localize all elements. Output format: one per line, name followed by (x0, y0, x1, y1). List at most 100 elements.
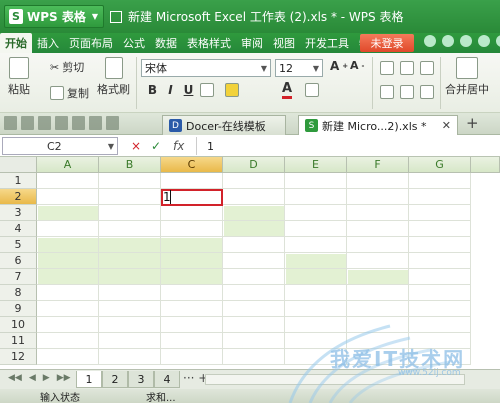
cell-C12[interactable] (161, 349, 223, 365)
cell-D6[interactable] (223, 253, 285, 269)
confirm-edit-button[interactable]: ✓ (151, 137, 161, 155)
print-icon[interactable] (38, 116, 51, 130)
row-header-11[interactable]: 11 (0, 333, 37, 349)
cell-D4[interactable] (223, 221, 285, 237)
paste-button[interactable]: 粘贴 (8, 57, 30, 97)
align-middle-button[interactable] (400, 61, 414, 75)
cell-G2[interactable] (409, 189, 471, 205)
column-header-b[interactable]: B (99, 157, 161, 173)
cell-B2[interactable] (99, 189, 161, 205)
select-all-corner[interactable] (0, 157, 37, 173)
column-header-a[interactable]: A (37, 157, 99, 173)
row-header-2[interactable]: 2 (0, 189, 37, 205)
cell-C9[interactable] (161, 301, 223, 317)
menu-table-style[interactable]: 表格样式 (182, 33, 236, 53)
sheet-tab[interactable]: 4 (154, 371, 180, 388)
next-sheet-icon[interactable]: ▶ (43, 373, 50, 383)
row-header-6[interactable]: 6 (0, 253, 37, 269)
tab-docer-templates[interactable]: D Docer-在线模板 (162, 115, 286, 135)
cell-G9[interactable] (409, 301, 471, 317)
copy-button[interactable]: 复制 (50, 85, 89, 101)
cell-B5[interactable] (99, 237, 161, 253)
cell-D1[interactable] (223, 173, 285, 189)
bold-button[interactable]: B (145, 81, 160, 98)
cell-E3[interactable] (285, 205, 347, 221)
cell-E10[interactable] (285, 317, 347, 333)
cell-B6[interactable] (99, 253, 161, 269)
menu-formulas[interactable]: 公式 (118, 33, 150, 53)
cell-F10[interactable] (347, 317, 409, 333)
cell-D9[interactable] (223, 301, 285, 317)
cell-G6[interactable] (409, 253, 471, 269)
formula-input[interactable]: 1 (196, 137, 492, 155)
cell-G3[interactable] (409, 205, 471, 221)
cell-G10[interactable] (409, 317, 471, 333)
cell-E1[interactable] (285, 173, 347, 189)
row-header-12[interactable]: 12 (0, 349, 37, 365)
column-header-c[interactable]: C (161, 157, 223, 173)
row-header-10[interactable]: 10 (0, 317, 37, 333)
sheet-tab[interactable]: 2 (102, 371, 128, 388)
open-icon[interactable] (21, 116, 34, 130)
row-header-1[interactable]: 1 (0, 173, 37, 189)
column-header-d[interactable]: D (223, 157, 285, 173)
cell-B12[interactable] (99, 349, 161, 365)
insert-function-button[interactable]: fx (173, 137, 184, 155)
cell-A12[interactable] (37, 349, 99, 365)
cell-B9[interactable] (99, 301, 161, 317)
help-icon[interactable] (424, 35, 436, 47)
cell-F3[interactable] (347, 205, 409, 221)
login-button[interactable]: 未登录 (360, 34, 414, 52)
column-header-g[interactable]: G (409, 157, 471, 173)
cell-G7[interactable] (409, 269, 471, 285)
font-name-select[interactable]: 宋体 ▼ (141, 59, 271, 77)
cell-C5[interactable] (161, 237, 223, 253)
shirt-icon[interactable] (460, 35, 472, 47)
cell-B3[interactable] (99, 205, 161, 221)
minimize-ribbon-icon[interactable] (496, 35, 500, 47)
underline-button[interactable]: U (181, 81, 196, 98)
menu-home[interactable]: 开始 (0, 33, 32, 53)
first-sheet-icon[interactable]: ◀◀ (8, 373, 22, 383)
italic-button[interactable]: I (163, 81, 178, 98)
undo-icon[interactable] (89, 116, 102, 130)
tab-current-workbook[interactable]: S 新建 Micro...2).xls * ✕ (298, 115, 458, 135)
cell-A8[interactable] (37, 285, 99, 301)
cell-A5[interactable] (37, 237, 99, 253)
font-color-button[interactable]: A (282, 81, 293, 99)
row-header-5[interactable]: 5 (0, 237, 37, 253)
grow-font-button[interactable]: A + (330, 59, 348, 73)
menu-data[interactable]: 数据 (150, 33, 182, 53)
cell-F2[interactable] (347, 189, 409, 205)
row-header-9[interactable]: 9 (0, 301, 37, 317)
format-painter-button[interactable]: 格式刷 (97, 57, 130, 97)
name-box[interactable]: C2 ▼ (2, 137, 118, 155)
cell-D10[interactable] (223, 317, 285, 333)
row-header-7[interactable]: 7 (0, 269, 37, 285)
cell-A3[interactable] (37, 205, 99, 221)
cell-B11[interactable] (99, 333, 161, 349)
column-header-f[interactable]: F (347, 157, 409, 173)
cell-A11[interactable] (37, 333, 99, 349)
cell-F1[interactable] (347, 173, 409, 189)
cell-B10[interactable] (99, 317, 161, 333)
new-tab-plus-icon[interactable]: + (466, 114, 479, 132)
cell-G1[interactable] (409, 173, 471, 189)
cell-F9[interactable] (347, 301, 409, 317)
cell-D3[interactable] (223, 205, 285, 221)
cell-A10[interactable] (37, 317, 99, 333)
align-bottom-button[interactable] (420, 61, 434, 75)
menu-view[interactable]: 视图 (268, 33, 300, 53)
skin-icon[interactable] (442, 35, 454, 47)
cell-D11[interactable] (223, 333, 285, 349)
more-icon[interactable] (478, 35, 490, 47)
cell-E8[interactable] (285, 285, 347, 301)
cell-A9[interactable] (37, 301, 99, 317)
cell-D2[interactable] (223, 189, 285, 205)
spreadsheet-grid[interactable]: A B C D E F G 1 2 3 4 5 6 7 8 9 10 11 12 1 (0, 157, 500, 369)
print-preview-icon[interactable] (55, 116, 68, 130)
align-right-button[interactable] (420, 85, 434, 99)
cell-E7[interactable] (285, 269, 347, 285)
row-header-4[interactable]: 4 (0, 221, 37, 237)
align-center-button[interactable] (400, 85, 414, 99)
